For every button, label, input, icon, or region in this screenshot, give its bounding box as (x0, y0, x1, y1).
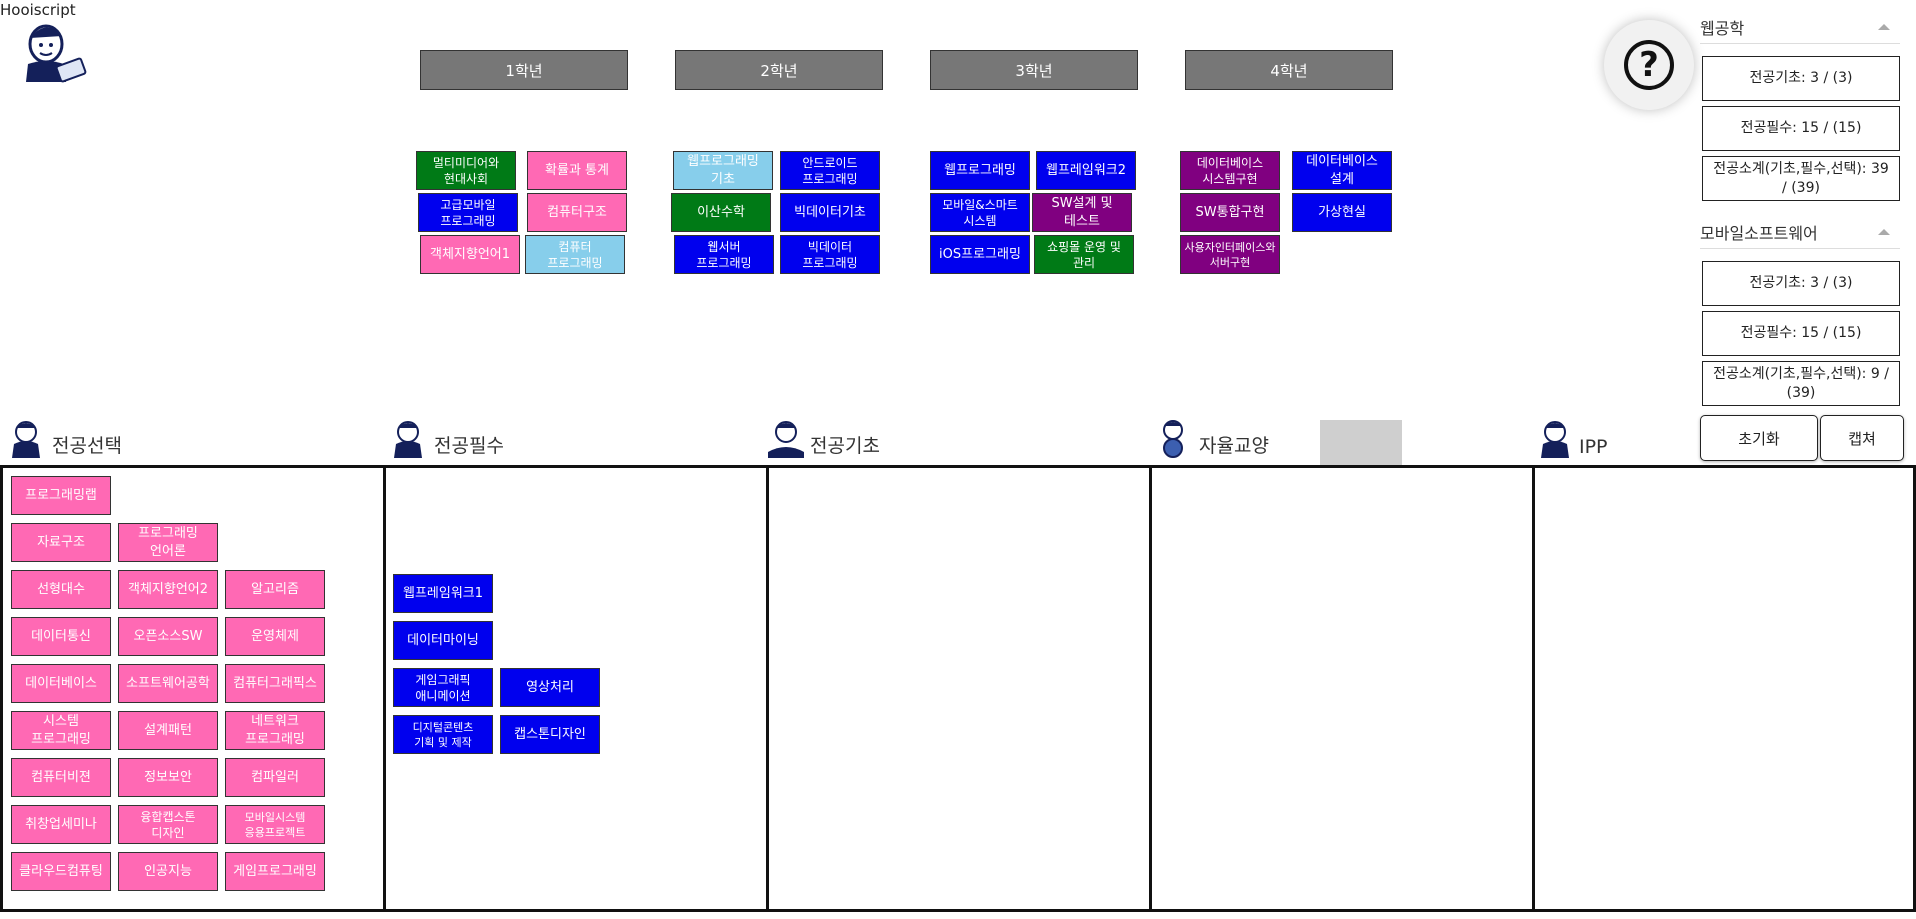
course-block[interactable]: 설계패턴 (118, 711, 218, 750)
stat-box: 전공기초: 3 / (3) (1702, 56, 1900, 101)
course-block[interactable]: 게임그래픽 애니메이션 (393, 668, 493, 707)
course-block[interactable]: 융합캡스톤 디자인 (118, 805, 218, 844)
course-block[interactable]: 빅데이터 프로그래밍 (780, 235, 880, 274)
track-header-web[interactable]: 웹공학 (1700, 10, 1900, 44)
mascot-icon (768, 421, 804, 458)
stat-box: 전공기초: 3 / (3) (1702, 261, 1900, 306)
course-block[interactable]: 디지털콘텐츠 기획 및 제작 (393, 715, 493, 754)
course-block[interactable]: 운영체제 (225, 617, 325, 656)
stat-box: 전공필수: 15 / (15) (1702, 106, 1900, 151)
course-block[interactable]: SW통합구현 (1180, 193, 1280, 232)
course-block[interactable]: 게임프로그래밍 (225, 852, 325, 891)
course-block[interactable]: 모바일&스마트 시스템 (930, 193, 1030, 232)
drop-zone-basic[interactable] (766, 465, 1152, 912)
course-block[interactable]: 객체지향언어2 (118, 570, 218, 609)
year-header-1: 1학년 (420, 50, 628, 90)
track-name: 웹공학 (1700, 18, 1745, 38)
mascot-icon (1163, 420, 1183, 458)
course-block[interactable]: 프로그래밍 언어론 (118, 523, 218, 562)
course-block[interactable]: 안드로이드 프로그래밍 (780, 151, 880, 190)
page-script-text: Hooiscript (0, 1, 76, 19)
course-block[interactable]: 소프트웨어공학 (118, 664, 218, 703)
course-block[interactable]: 오픈소스SW (118, 617, 218, 656)
course-block[interactable]: SW설계 및 테스트 (1032, 193, 1132, 232)
drop-zone-liberal[interactable] (1149, 465, 1535, 912)
course-block[interactable]: 가상현실 (1292, 193, 1392, 232)
zone-label-basic: 전공기초 (766, 418, 880, 458)
zone-title: 전공선택 (52, 435, 122, 457)
course-block[interactable]: 컴파일러 (225, 758, 325, 797)
year-header-2: 2학년 (675, 50, 883, 90)
zone-title: 자율교양 (1199, 435, 1269, 457)
course-block[interactable]: 캡스톤디자인 (500, 715, 600, 754)
course-block[interactable]: 쇼핑몰 운영 및 관리 (1034, 235, 1134, 274)
course-block[interactable]: 클라우드컴퓨팅 (11, 852, 111, 891)
course-block[interactable]: 고급모바일 프로그래밍 (418, 193, 518, 232)
course-block[interactable]: 영상처리 (500, 668, 600, 707)
course-block[interactable]: 모바일시스템 응용프로젝트 (225, 805, 325, 844)
zone-title: 전공기초 (810, 435, 880, 457)
mascot-logo-icon (26, 24, 87, 83)
reset-button[interactable]: 초기화 (1700, 415, 1818, 461)
course-block[interactable]: 웹프레임워크2 (1036, 151, 1136, 190)
course-block[interactable]: 이산수학 (671, 193, 771, 232)
help-button[interactable]: ? (1604, 20, 1694, 110)
course-block[interactable]: 취창업세미나 (11, 805, 111, 844)
zone-label-liberal: 자율교양 (1155, 418, 1269, 458)
course-block[interactable]: 프로그래밍랩 (11, 476, 111, 515)
course-block[interactable]: 컴퓨터구조 (527, 193, 627, 232)
zone-title: 전공필수 (434, 435, 504, 457)
course-block[interactable]: iOS프로그래밍 (930, 235, 1030, 274)
course-block[interactable]: 사용자인터페이스와 서버구현 (1180, 235, 1280, 274)
course-block[interactable]: 정보보안 (118, 758, 218, 797)
course-block[interactable]: 데이터통신 (11, 617, 111, 656)
course-block[interactable]: 네트워크 프로그래밍 (225, 711, 325, 750)
stat-box: 전공소계(기초,필수,선택): 39 / (39) (1702, 156, 1900, 201)
stat-box: 전공필수: 15 / (15) (1702, 311, 1900, 356)
question-mark-icon: ? (1624, 40, 1674, 90)
drop-zone-ipp[interactable] (1532, 465, 1916, 912)
course-block[interactable]: 웹프레임워크1 (393, 574, 493, 613)
capture-button[interactable]: 캡쳐 (1820, 415, 1904, 461)
zone-label-required: 전공필수 (390, 418, 504, 458)
course-block[interactable]: 웹서버 프로그래밍 (674, 235, 774, 274)
course-block[interactable]: 웹프로그래밍 기초 (673, 151, 773, 190)
course-block[interactable]: 멀티미디어와 현대사회 (416, 151, 516, 190)
collapse-caret-icon[interactable] (1878, 228, 1890, 235)
year-header-3: 3학년 (930, 50, 1138, 90)
course-block[interactable]: 데이터베이스 시스템구현 (1180, 151, 1280, 190)
course-block[interactable]: 데이터베이스 설계 (1292, 151, 1392, 190)
zone-label-ipp: IPP (1535, 418, 1608, 458)
course-block[interactable]: 시스템 프로그래밍 (11, 711, 111, 750)
course-block[interactable]: 데이터베이스 (11, 664, 111, 703)
year-header-4: 4학년 (1185, 50, 1393, 90)
course-block[interactable]: 알고리즘 (225, 570, 325, 609)
course-block[interactable]: 선형대수 (11, 570, 111, 609)
track-header-mobile[interactable]: 모바일소프트웨어 (1700, 215, 1900, 249)
zone-title: IPP (1579, 436, 1608, 458)
course-block[interactable]: 빅데이터기초 (780, 193, 880, 232)
course-block[interactable]: 컴퓨터비젼 (11, 758, 111, 797)
track-name: 모바일소프트웨어 (1700, 223, 1818, 243)
mascot-icon (12, 421, 40, 458)
course-block[interactable]: 컴퓨터그래픽스 (225, 664, 325, 703)
course-block[interactable]: 컴퓨터 프로그래밍 (525, 235, 625, 274)
course-block[interactable]: 데이터마이닝 (393, 621, 493, 660)
course-block[interactable]: 객체지향언어1 (420, 235, 520, 274)
stat-box: 전공소계(기초,필수,선택): 9 / (39) (1702, 361, 1900, 406)
course-block[interactable]: 웹프로그래밍 (930, 151, 1030, 190)
course-block[interactable]: 확률과 통계 (527, 151, 627, 190)
zone-label-elective: 전공선택 (8, 418, 122, 458)
course-block[interactable]: 인공지능 (118, 852, 218, 891)
course-block[interactable]: 자료구조 (11, 523, 111, 562)
mascot-icon (1541, 421, 1569, 458)
mascot-icon (394, 421, 422, 458)
collapse-caret-icon[interactable] (1878, 23, 1890, 30)
drag-placeholder (1320, 420, 1402, 468)
